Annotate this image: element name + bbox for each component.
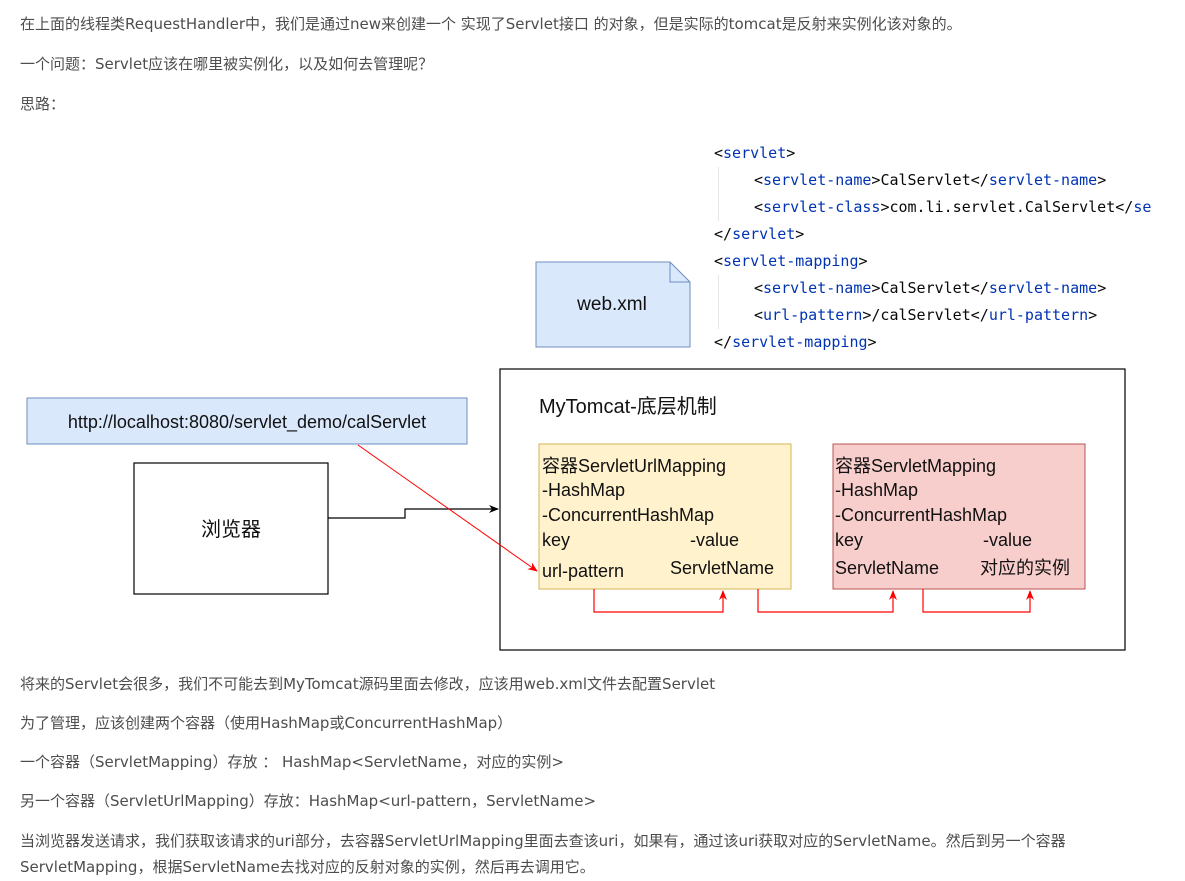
url-mapping-key: key (542, 530, 570, 550)
servlet-url-mapping-box (538, 443, 792, 590)
servlet-mapping-value: -value (983, 530, 1032, 550)
code-line: <servlet> (714, 144, 796, 162)
code-line: <servlet-class>com.li.servlet.CalServlet… (754, 198, 1152, 216)
mytomcat-title: MyTomcat-底层机制 (539, 395, 717, 418)
url-mapping-concurrent: -ConcurrentHashMap (542, 505, 714, 525)
name-to-mapping-arrow (757, 589, 897, 613)
xml-value: CalServlet (880, 279, 971, 297)
code-line: </servlet-mapping> (714, 333, 877, 351)
url-mapping-value: -value (690, 530, 739, 550)
xml-tag: servlet (723, 144, 787, 162)
url-mapping-paragraph: 另一个容器（ServletUrlMapping）存放：HashMap<url-p… (20, 792, 597, 810)
question-paragraph: 一个问题：Servlet应该在哪里被实例化，以及如何去管理呢？ (20, 55, 434, 73)
xml-tag: servlet-class (763, 198, 881, 216)
xml-tag: servlet-name (988, 171, 1098, 189)
name-to-instance-arrow (922, 589, 1034, 613)
servlet-mapping-paragraph: 一个容器（ServletMapping）存放 ： HashMap<Servlet… (20, 753, 564, 771)
url-label: http://localhost:8080/servlet_demo/calSe… (68, 412, 426, 433)
xml-tag: servlet-name (763, 279, 872, 297)
idea-label: 思路： (20, 95, 66, 113)
servlet-name-key-label: ServletName (835, 558, 939, 578)
mytomcat-container (499, 368, 1126, 651)
xml-tag: url-pattern (988, 306, 1089, 324)
xml-tag: servlet-name (988, 279, 1098, 297)
url-to-pattern-arrow (357, 444, 538, 572)
webxml-label: web.xml (576, 294, 647, 315)
code-line: <servlet-name>CalServlet</servlet-name> (754, 171, 1107, 189)
xml-tag: url-pattern (763, 306, 863, 324)
servlet-mapping-box (832, 443, 1086, 590)
browser-label: 浏览器 (201, 518, 261, 541)
xml-tag: servlet-name (763, 171, 872, 189)
servlet-mapping-concurrent: -ConcurrentHashMap (835, 505, 1007, 525)
xml-tag: servlet (732, 225, 796, 243)
pattern-to-name-arrow (593, 589, 727, 613)
servlet-mapping-title: 容器ServletMapping (835, 456, 996, 476)
url-mapping-hashmap: -HashMap (542, 480, 625, 500)
xml-tag: servlet-mapping (732, 333, 868, 351)
browser-to-tomcat-arrow (328, 505, 499, 519)
xml-value: com.li.servlet.CalServlet (889, 198, 1116, 216)
browser-box (133, 462, 329, 595)
code-line: <url-pattern>/calServlet</url-pattern> (754, 306, 1098, 324)
code-line: <servlet-name>CalServlet</servlet-name> (754, 279, 1107, 297)
xml-value: /calServlet (871, 306, 971, 324)
webxml-document-shape: web.xml (535, 261, 691, 348)
url-mapping-title: 容器ServletUrlMapping (542, 456, 726, 476)
xml-tag: se (1133, 198, 1152, 216)
containers-paragraph: 为了管理，应该创建两个容器（使用HashMap或ConcurrentHashMa… (20, 714, 513, 732)
servlet-mapping-key: key (835, 530, 863, 550)
code-line: </servlet> (714, 225, 805, 243)
xml-tag: servlet-mapping (723, 252, 859, 270)
url-box (26, 397, 468, 445)
servlet-name-label: ServletName (670, 558, 774, 578)
instance-label: 对应的实例 (980, 558, 1070, 578)
config-paragraph: 将来的Servlet会很多，我们不可能去到MyTomcat源码里面去修改，应该用… (20, 675, 716, 693)
servlet-mapping-hashmap: -HashMap (835, 480, 918, 500)
code-line: <servlet-mapping> (714, 252, 868, 270)
xml-value: CalServlet (880, 171, 971, 189)
intro-paragraph: 在上面的线程类RequestHandler中，我们是通过new来创建一个 实现了… (20, 15, 962, 33)
request-flow-paragraph: 当浏览器发送请求，我们获取该请求的uri部分，去容器ServletUrlMapp… (20, 832, 1066, 876)
url-pattern-label: url-pattern (542, 561, 624, 581)
web-xml-code-block: <servlet> <servlet-name>CalServlet</serv… (714, 140, 1185, 356)
